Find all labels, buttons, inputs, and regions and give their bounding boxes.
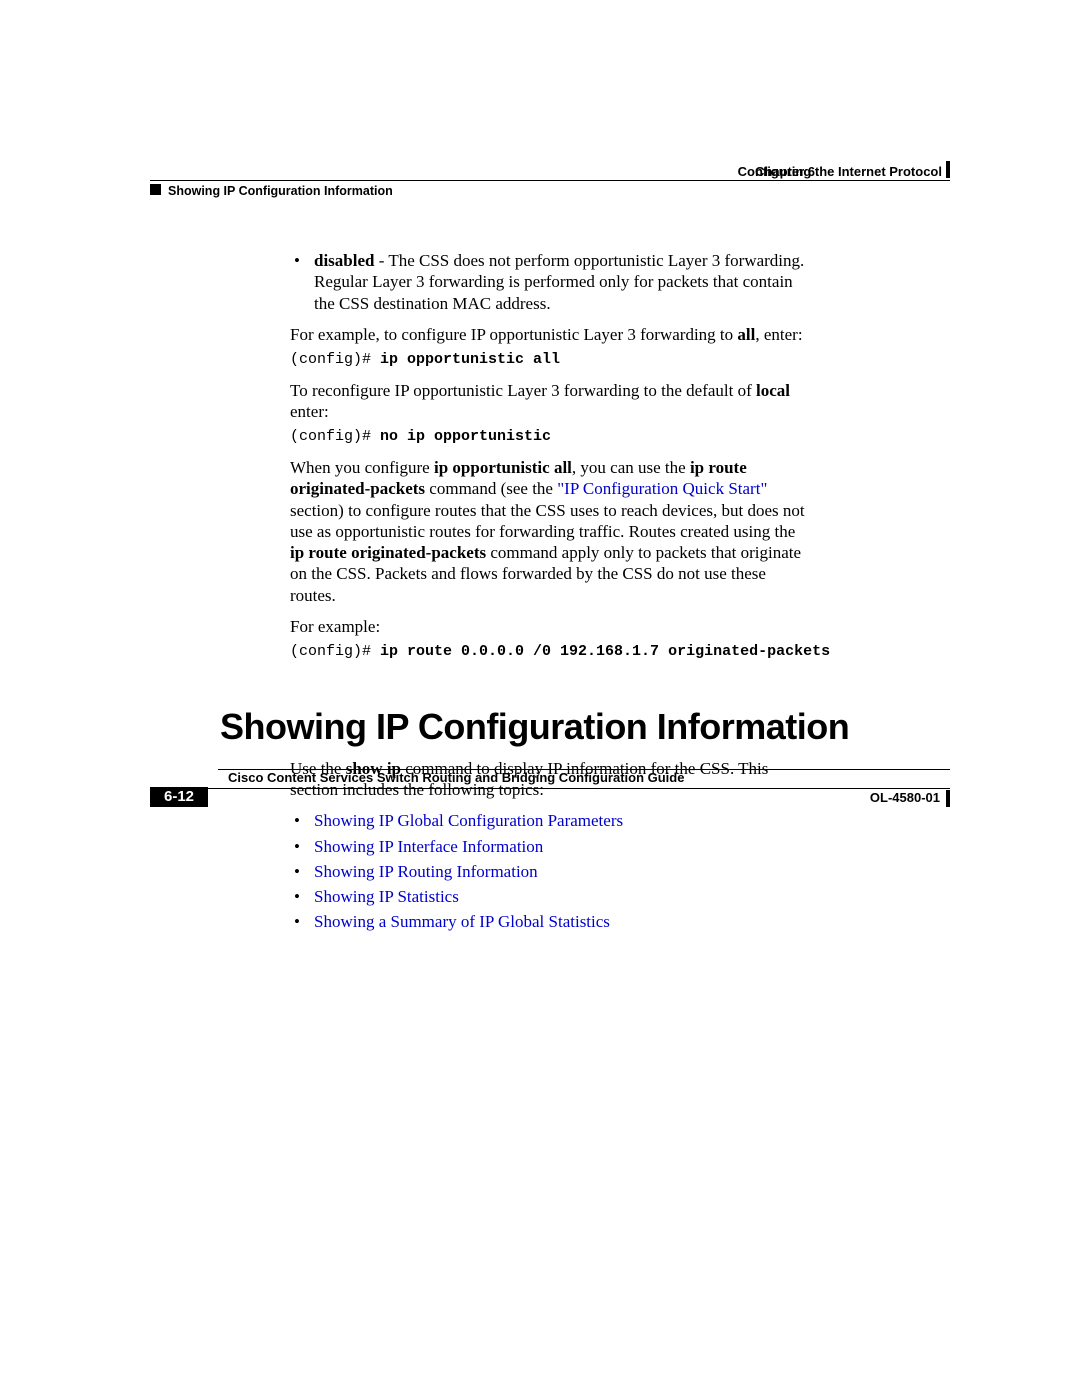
bullet-disabled: disabled - The CSS does not perform oppo… — [290, 250, 810, 314]
text: command (see the — [425, 479, 557, 498]
bold-local: local — [756, 381, 790, 400]
header-square-icon — [150, 184, 161, 195]
text: enter: — [290, 402, 329, 421]
prompt: (config)# — [290, 351, 380, 368]
doc-number: OL-4580-01 — [870, 790, 940, 805]
prompt: (config)# — [290, 428, 380, 445]
link-bullet: Showing IP Statistics — [290, 886, 810, 907]
text: section) to configure routes that the CS… — [290, 501, 805, 541]
command: ip route 0.0.0.0 /0 192.168.1.7 originat… — [380, 643, 830, 660]
code-no-ip-opportunistic: (config)# no ip opportunistic — [290, 428, 810, 447]
page-number: 6-12 — [150, 787, 208, 807]
bold: ip opportunistic all — [434, 458, 572, 477]
para-when-configure: When you configure ip opportunistic all,… — [290, 457, 810, 606]
code-ip-opportunistic-all: (config)# ip opportunistic all — [290, 351, 810, 370]
text: , enter: — [755, 325, 802, 344]
link-bullet: Showing IP Global Configuration Paramete… — [290, 810, 810, 831]
term-disabled: disabled — [314, 251, 374, 270]
link-summary-global-stats[interactable]: Showing a Summary of IP Global Statistic… — [314, 912, 610, 931]
para-reconfig: To reconfigure IP opportunistic Layer 3 … — [290, 380, 810, 423]
para-for-example: For example: — [290, 616, 810, 637]
header-vbar-icon — [946, 161, 950, 178]
footer-vbar-icon — [946, 790, 950, 807]
header-chapter-title: Configuring the Internet Protocol — [738, 164, 942, 179]
text: , you can use the — [572, 458, 690, 477]
link-bullet: Showing IP Routing Information — [290, 861, 810, 882]
heading-showing-ip-config: Showing IP Configuration Information — [220, 706, 950, 748]
para-example-all: For example, to configure IP opportunist… — [290, 324, 810, 345]
bold: ip route originated-packets — [290, 543, 486, 562]
link-ip-config-quickstart[interactable]: "IP Configuration Quick Start" — [557, 479, 767, 498]
link-bullet: Showing a Summary of IP Global Statistic… — [290, 911, 810, 932]
link-ip-statistics[interactable]: Showing IP Statistics — [314, 887, 459, 906]
text: For example, to configure IP opportunist… — [290, 325, 737, 344]
header-section-title: Showing IP Configuration Information — [168, 184, 393, 198]
footer-guide-title: Cisco Content Services Switch Routing an… — [228, 770, 684, 785]
body-content: disabled - The CSS does not perform oppo… — [290, 250, 810, 662]
link-global-config-params[interactable]: Showing IP Global Configuration Paramete… — [314, 811, 623, 830]
code-ip-route: (config)# ip route 0.0.0.0 /0 192.168.1.… — [290, 643, 810, 662]
link-interface-info[interactable]: Showing IP Interface Information — [314, 837, 543, 856]
link-bullet: Showing IP Interface Information — [290, 836, 810, 857]
footer-rule-bottom — [150, 788, 950, 789]
bold-all: all — [737, 325, 755, 344]
command: ip opportunistic all — [380, 351, 560, 368]
text-disabled: - The CSS does not perform opportunistic… — [314, 251, 804, 313]
text: When you configure — [290, 458, 434, 477]
header-rule — [150, 180, 950, 181]
link-routing-info[interactable]: Showing IP Routing Information — [314, 862, 538, 881]
prompt: (config)# — [290, 643, 380, 660]
text: To reconfigure IP opportunistic Layer 3 … — [290, 381, 756, 400]
command: no ip opportunistic — [380, 428, 551, 445]
